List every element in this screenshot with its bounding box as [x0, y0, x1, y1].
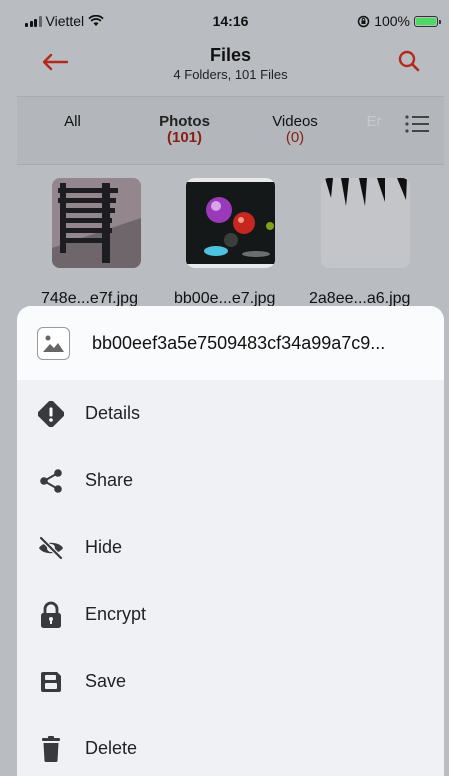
header: Files 4 Folders, 101 Files	[17, 40, 444, 96]
menu-item-save[interactable]: Save	[17, 648, 444, 714]
menu-item-delete[interactable]: Delete	[17, 715, 444, 776]
image-file-icon	[37, 327, 70, 360]
battery-icon	[414, 15, 441, 27]
status-bar: Viettel 14:16 100%	[17, 0, 444, 40]
page-title: Files	[209, 45, 252, 65]
menu-item-details[interactable]: Details	[17, 380, 444, 446]
menu-item-label: Delete	[85, 738, 138, 758]
info-icon	[37, 400, 65, 428]
tab-count: (0)	[285, 129, 305, 146]
tab-all[interactable]: All	[50, 114, 95, 130]
menu-item-label: Share	[85, 470, 134, 490]
tab-photos[interactable]: Photos (101)	[152, 114, 217, 146]
orientation-lock-icon	[357, 15, 370, 27]
battery-percent: 100%	[374, 13, 410, 29]
list-view-icon[interactable]	[404, 114, 430, 134]
sheet-filename: bb00eef3a5e7509483cf34a99a7c9...	[92, 333, 386, 353]
eye-off-icon	[37, 534, 65, 562]
tab-videos[interactable]: Videos (0)	[265, 114, 325, 146]
menu-item-label: Encrypt	[85, 604, 147, 624]
menu-item-encrypt[interactable]: Encrypt	[17, 581, 444, 647]
sheet-header: bb00eef3a5e7509483cf34a99a7c9...	[17, 306, 444, 380]
menu-item-label: Save	[85, 671, 127, 691]
search-button[interactable]	[394, 46, 424, 76]
photo-thumbnail-3	[321, 178, 410, 268]
menu-item-label: Details	[85, 403, 141, 423]
thumbnail-3[interactable]	[321, 178, 410, 268]
thumbnail-1[interactable]	[52, 178, 141, 268]
tab-label: Er	[366, 114, 382, 130]
battery-info: 100%	[357, 13, 441, 29]
save-icon	[37, 668, 65, 696]
tab-count: (101)	[166, 129, 203, 146]
menu-item-hide[interactable]: Hide	[17, 514, 444, 580]
tab-label: Videos	[272, 113, 318, 130]
action-sheet: bb00eef3a5e7509483cf34a99a7c9... Details	[17, 306, 444, 776]
app-frame: Viettel 14:16 100% Files 4 Folders, 101 …	[17, 0, 444, 776]
thumbnail-2[interactable]	[186, 178, 275, 268]
tab-label: All	[64, 113, 81, 130]
trash-icon	[37, 735, 65, 763]
lock-icon	[37, 601, 65, 629]
photo-thumbnail-2	[186, 178, 275, 268]
menu-item-share[interactable]: Share	[17, 447, 444, 513]
photo-thumbnail-1	[52, 178, 141, 268]
share-icon	[37, 467, 65, 495]
search-icon	[398, 50, 420, 72]
tab-label: Photos	[159, 113, 210, 130]
filter-tabs: All Photos (101) Videos (0) Er	[17, 96, 444, 165]
tab-encrypted[interactable]: Er	[362, 114, 386, 130]
menu-item-label: Hide	[85, 537, 123, 557]
page-subtitle: 4 Folders, 101 Files	[173, 67, 288, 82]
